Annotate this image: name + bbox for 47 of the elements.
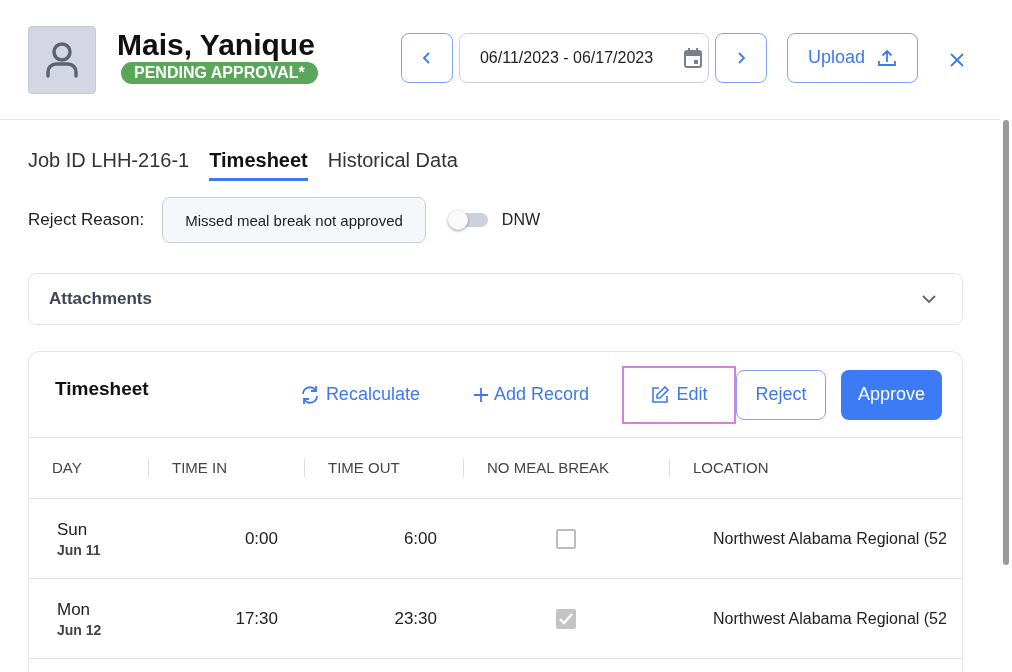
next-week-button[interactable] — [714, 32, 767, 83]
column-header: TIME IN — [148, 459, 304, 477]
dnw-toggle[interactable] — [447, 210, 490, 230]
chevron-down-icon[interactable] — [922, 294, 936, 304]
chevron-left-icon — [421, 50, 432, 65]
dnw-label: DNW — [501, 211, 541, 229]
location-cell-text: Northwest Alabama Regional (52 — [712, 609, 948, 628]
tab[interactable]: Timesheet — [209, 149, 308, 181]
close-icon[interactable] — [950, 52, 964, 67]
column-header: TIME OUT — [304, 459, 463, 477]
tab[interactable]: Historical Data — [327, 149, 458, 181]
column-header: NO MEAL BREAK — [463, 459, 669, 477]
reject-reason-field[interactable]: Missed meal break not approved — [162, 197, 426, 243]
column-header: LOCATION — [669, 459, 962, 477]
reject-button[interactable]: Reject — [736, 369, 826, 420]
refresh-icon — [299, 384, 320, 405]
chevron-right-icon — [735, 50, 746, 65]
status-badge: PENDING APPROVAL* — [121, 61, 318, 84]
upload-icon — [877, 47, 897, 68]
tab[interactable]: Job ID LHH-216-1 — [28, 149, 190, 181]
timesheet-title: Timesheet — [55, 377, 149, 400]
previous-week-button[interactable] — [400, 32, 453, 83]
attachments-title: Attachments — [49, 289, 152, 309]
day-date: Jun 12 — [57, 621, 103, 638]
time-out-cell-text: 6:00 — [402, 528, 438, 549]
day-name: Mon — [57, 599, 92, 620]
employee-name: Mais, Yanique — [117, 27, 315, 62]
plus-icon — [473, 387, 488, 402]
attachments-panel[interactable]: Attachments — [28, 273, 963, 325]
column-header: DAY — [51, 459, 83, 477]
date-range-field[interactable]: 06/11/2023 - 06/17/2023 — [458, 32, 709, 83]
approve-button[interactable]: Approve — [841, 369, 942, 420]
day-name: Sun — [57, 519, 89, 540]
calendar-icon[interactable] — [683, 47, 702, 68]
time-in-cell-text: 0:00 — [243, 528, 279, 549]
day-date: Jun 11 — [57, 541, 102, 558]
person-icon — [45, 41, 79, 78]
time-out-cell-text: 23:30 — [393, 608, 438, 629]
time-in-cell-text: 17:30 — [234, 608, 279, 629]
edit-icon — [650, 384, 671, 405]
scrollbar-thumb[interactable] — [1003, 120, 1009, 565]
reject-reason-label: Reject Reason: — [28, 210, 145, 230]
location-cell-text: Northwest Alabama Regional (52 — [712, 529, 948, 548]
no-meal-break-checkbox[interactable] — [556, 608, 576, 629]
no-meal-break-checkbox[interactable] — [556, 528, 576, 549]
upload-button[interactable]: Upload — [786, 32, 918, 83]
edit-button[interactable]: Edit — [622, 365, 736, 424]
